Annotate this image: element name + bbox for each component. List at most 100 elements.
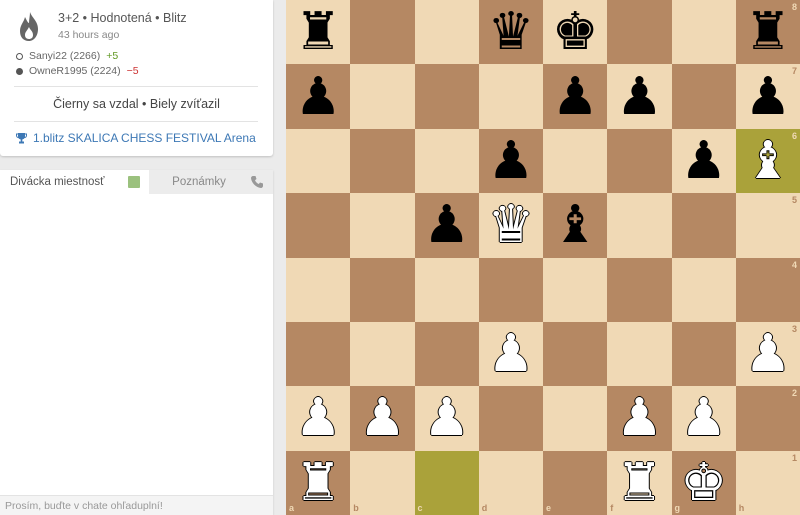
- square-f6[interactable]: [607, 128, 672, 194]
- square-h7[interactable]: ♟ 7: [735, 64, 800, 129]
- square-d5[interactable]: ♛: [478, 193, 543, 258]
- square-g4[interactable]: [671, 257, 736, 322]
- square-a3[interactable]: [286, 321, 351, 387]
- square-h8[interactable]: ♜ 8: [735, 0, 800, 65]
- file-coordinate: g: [674, 503, 681, 513]
- square-b8[interactable]: [350, 0, 415, 65]
- square-h5[interactable]: 5: [735, 193, 800, 258]
- white-bishop-icon[interactable]: ♝: [745, 135, 792, 187]
- white-player[interactable]: Sanyi22 (2266) +5: [16, 50, 118, 62]
- square-e2[interactable]: [543, 386, 608, 451]
- black-rook-icon[interactable]: ♜: [295, 6, 342, 58]
- white-pawn-icon[interactable]: ♟: [616, 392, 663, 444]
- white-pawn-icon[interactable]: ♟: [680, 392, 727, 444]
- square-e4[interactable]: [543, 257, 608, 322]
- square-a2[interactable]: ♟: [286, 386, 351, 451]
- white-rook-icon[interactable]: ♜: [616, 457, 663, 509]
- square-g5[interactable]: [671, 193, 736, 258]
- square-e1[interactable]: e: [543, 450, 608, 515]
- square-c4[interactable]: [414, 257, 479, 322]
- black-rook-icon[interactable]: ♜: [745, 6, 792, 58]
- white-pawn-icon[interactable]: ♟: [488, 328, 535, 380]
- square-c1[interactable]: c: [414, 450, 479, 515]
- chat-toggle-checkbox[interactable]: [128, 176, 140, 188]
- square-f2[interactable]: ♟: [607, 386, 672, 451]
- square-d8[interactable]: ♛: [478, 0, 543, 65]
- square-a5[interactable]: [286, 193, 351, 258]
- square-b5[interactable]: [350, 193, 415, 258]
- tournament-name[interactable]: 1.blitz SKALICA CHESS FESTIVAL Arena: [33, 131, 256, 145]
- square-b7[interactable]: [350, 64, 415, 129]
- square-d7[interactable]: [478, 64, 543, 129]
- square-d1[interactable]: d: [478, 450, 543, 515]
- black-pawn-icon[interactable]: ♟: [295, 71, 342, 123]
- chat-input[interactable]: [0, 495, 273, 515]
- black-pawn-icon[interactable]: ♟: [423, 199, 470, 251]
- white-queen-icon[interactable]: ♛: [488, 199, 535, 251]
- square-f4[interactable]: [607, 257, 672, 322]
- square-c6[interactable]: [414, 128, 479, 194]
- white-rook-icon[interactable]: ♜: [295, 457, 342, 509]
- square-c5[interactable]: ♟: [414, 193, 479, 258]
- square-g6[interactable]: ♟: [671, 128, 736, 194]
- square-d3[interactable]: ♟: [478, 321, 543, 387]
- square-h3[interactable]: ♟ 3: [735, 321, 800, 387]
- square-b4[interactable]: [350, 257, 415, 322]
- square-c8[interactable]: [414, 0, 479, 65]
- square-g1[interactable]: ♚ g: [671, 450, 736, 515]
- square-e8[interactable]: ♚: [543, 0, 608, 65]
- square-e3[interactable]: [543, 321, 608, 387]
- square-f5[interactable]: [607, 193, 672, 258]
- white-pawn-icon[interactable]: ♟: [359, 392, 406, 444]
- black-player[interactable]: OwneR1995 (2224) −5: [16, 65, 139, 77]
- black-player-name[interactable]: OwneR1995 (2224): [29, 65, 121, 77]
- square-d2[interactable]: [478, 386, 543, 451]
- square-a4[interactable]: [286, 257, 351, 322]
- square-g8[interactable]: [671, 0, 736, 65]
- square-c3[interactable]: [414, 321, 479, 387]
- square-c7[interactable]: [414, 64, 479, 129]
- white-pawn-icon[interactable]: ♟: [745, 328, 792, 380]
- phone-icon[interactable]: [250, 175, 264, 189]
- square-d4[interactable]: [478, 257, 543, 322]
- square-g3[interactable]: [671, 321, 736, 387]
- black-pawn-icon[interactable]: ♟: [680, 135, 727, 187]
- square-g2[interactable]: ♟: [671, 386, 736, 451]
- square-g7[interactable]: [671, 64, 736, 129]
- black-king-icon[interactable]: ♚: [552, 6, 599, 58]
- square-f1[interactable]: ♜ f: [607, 450, 672, 515]
- square-h6[interactable]: ♝ 6: [735, 128, 800, 194]
- square-b2[interactable]: ♟: [350, 386, 415, 451]
- square-f3[interactable]: [607, 321, 672, 387]
- tab-spectator-room[interactable]: Divácka miestnosť: [0, 170, 149, 194]
- black-pawn-icon[interactable]: ♟: [552, 71, 599, 123]
- square-b6[interactable]: [350, 128, 415, 194]
- square-h2[interactable]: 2: [735, 386, 800, 451]
- square-a1[interactable]: ♜ a: [286, 450, 351, 515]
- white-pawn-icon[interactable]: ♟: [295, 392, 342, 444]
- square-a6[interactable]: [286, 128, 351, 194]
- square-h4[interactable]: 4: [735, 257, 800, 322]
- white-player-name[interactable]: Sanyi22 (2266): [29, 50, 100, 62]
- square-a7[interactable]: ♟: [286, 64, 351, 129]
- square-e7[interactable]: ♟: [543, 64, 608, 129]
- white-king-icon[interactable]: ♚: [680, 457, 727, 509]
- white-pawn-icon[interactable]: ♟: [423, 392, 470, 444]
- black-queen-icon[interactable]: ♛: [488, 6, 535, 58]
- black-pawn-icon[interactable]: ♟: [616, 71, 663, 123]
- square-f8[interactable]: [607, 0, 672, 65]
- square-e6[interactable]: [543, 128, 608, 194]
- black-bishop-icon[interactable]: ♝: [552, 199, 599, 251]
- square-b3[interactable]: [350, 321, 415, 387]
- black-pawn-icon[interactable]: ♟: [488, 135, 535, 187]
- chess-board[interactable]: ♜ ♛ ♚ ♜ 8 ♟ ♟ ♟ ♟ 7 ♟ ♟ ♝ 6 ♟ ♛ ♝ 5 4 ♟ ♟ 3 ♟ ♟ ♟ ♟ ♟ 2 ♜ a b c d e ♜ f ♚ g h 1: [286, 0, 800, 515]
- square-d6[interactable]: ♟: [478, 128, 543, 194]
- tournament-link[interactable]: 1.blitz SKALICA CHESS FESTIVAL Arena: [16, 131, 256, 145]
- square-c2[interactable]: ♟: [414, 386, 479, 451]
- square-e5[interactable]: ♝: [543, 193, 608, 258]
- square-h1[interactable]: h1: [735, 450, 800, 515]
- square-f7[interactable]: ♟: [607, 64, 672, 129]
- black-pawn-icon[interactable]: ♟: [745, 71, 792, 123]
- square-b1[interactable]: b: [350, 450, 415, 515]
- square-a8[interactable]: ♜: [286, 0, 351, 65]
